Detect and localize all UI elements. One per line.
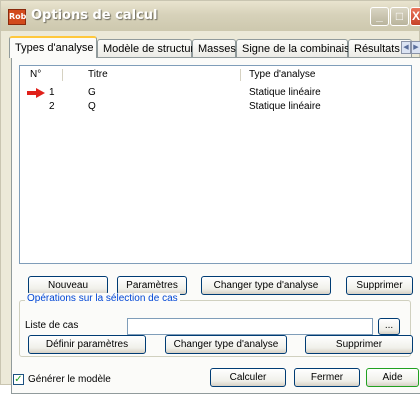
selection-supprimer-button[interactable]: Supprimer xyxy=(305,335,413,354)
case-list-input[interactable] xyxy=(127,318,373,335)
analysis-list[interactable]: N° Titre Type d'analyse 1 G Statique lin… xyxy=(19,65,412,264)
selection-changer-type-button[interactable]: Changer type d'analyse xyxy=(165,335,287,354)
options-dialog: Rob Options de calcul _ □ X Types d'anal… xyxy=(0,0,420,394)
minimize-button[interactable]: _ xyxy=(370,7,389,26)
column-divider xyxy=(240,69,241,81)
tab-signe-combinaison[interactable]: Signe de la combinaison xyxy=(236,39,362,57)
close-button[interactable]: X xyxy=(410,7,420,26)
generate-model-checkbox[interactable]: ✓ xyxy=(13,374,24,385)
row-title: Q xyxy=(88,101,96,112)
aide-button[interactable]: Aide xyxy=(366,368,419,387)
tab-types-analyse[interactable]: Types d'analyse xyxy=(9,36,97,58)
changer-type-analyse-button[interactable]: Changer type d'analyse xyxy=(201,276,331,295)
supprimer-button[interactable]: Supprimer xyxy=(346,276,413,295)
maximize-button[interactable]: □ xyxy=(390,7,409,26)
list-row[interactable]: 1 G Statique linéaire xyxy=(20,86,411,100)
tab-modele-structure[interactable]: Modèle de structure xyxy=(97,39,200,57)
group-title: Opérations sur la sélection de cas xyxy=(25,293,180,304)
row-title: G xyxy=(88,87,96,98)
row-number: 1 xyxy=(49,87,55,98)
current-case-arrow-icon xyxy=(27,88,45,98)
app-icon: Rob xyxy=(8,9,26,25)
column-divider xyxy=(62,69,63,81)
tab-masses[interactable]: Masses xyxy=(192,39,236,57)
window-title: Options de calcul xyxy=(31,8,158,23)
case-list-label: Liste de cas xyxy=(25,320,79,331)
calculer-button[interactable]: Calculer xyxy=(210,368,286,387)
list-header: N° Titre Type d'analyse xyxy=(20,66,411,84)
definir-parametres-button[interactable]: Définir paramètres xyxy=(28,335,146,354)
fermer-button[interactable]: Fermer xyxy=(294,368,360,387)
row-analysis-type: Statique linéaire xyxy=(249,87,321,98)
row-number: 2 xyxy=(49,101,55,112)
title-bar[interactable]: Rob Options de calcul _ □ X xyxy=(1,1,420,31)
column-type-analyse[interactable]: Type d'analyse xyxy=(249,69,315,80)
list-row[interactable]: 2 Q Statique linéaire xyxy=(20,100,411,114)
column-titre[interactable]: Titre xyxy=(88,69,108,80)
column-num[interactable]: N° xyxy=(30,69,41,80)
row-analysis-type: Statique linéaire xyxy=(249,101,321,112)
browse-button[interactable]: ... xyxy=(378,318,400,335)
tab-scroll-left-icon[interactable]: ◀ xyxy=(401,41,411,54)
tab-scroll-right-icon[interactable]: ▶ xyxy=(411,41,420,54)
generate-model-label: Générer le modèle xyxy=(28,374,111,385)
tab-strip: Types d'analyse Modèle de structure Mass… xyxy=(9,36,420,58)
